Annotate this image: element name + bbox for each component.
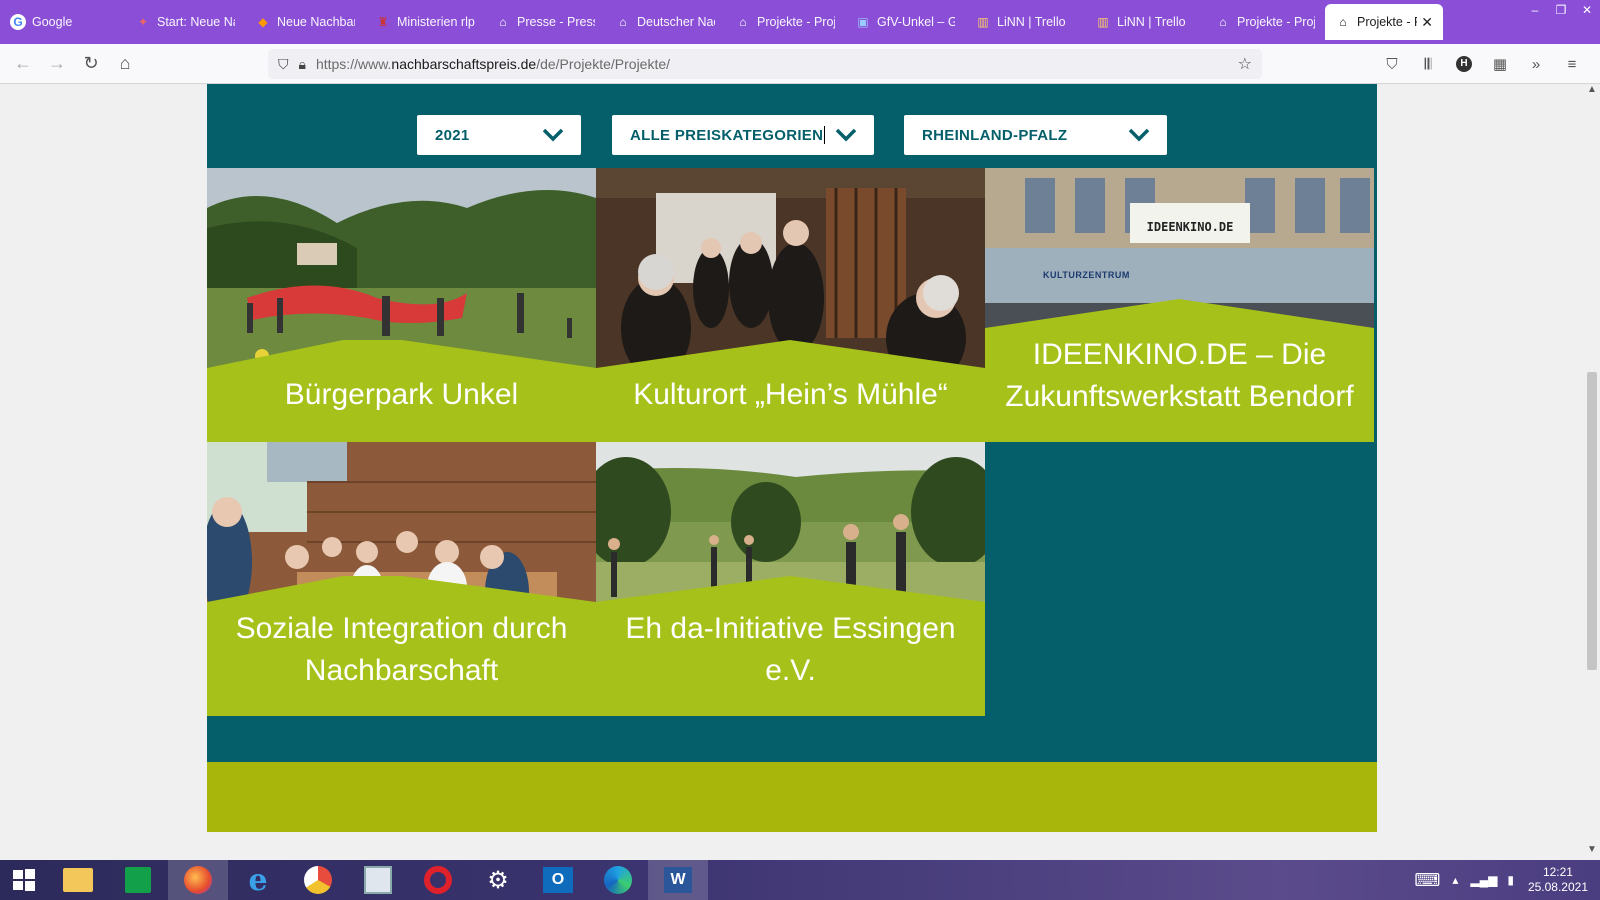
url-domain: nachbarschaftspreis.de (391, 56, 537, 72)
edge-icon[interactable] (588, 860, 648, 900)
file-explorer-icon[interactable] (48, 860, 108, 900)
tab-start-neue-na[interactable]: ✦ Start: Neue Na (125, 0, 245, 44)
windows-taskbar: e ⚙ O W ⌨ ▴ ▂▄▆ ▮ 12:21 25.08.2021 (0, 860, 1600, 900)
star-favicon-icon: ✦ (137, 15, 149, 29)
project-card-buergerpark-unkel[interactable]: Bürgerpark Unkel (207, 168, 596, 442)
battery-icon[interactable]: ▮ (1507, 873, 1514, 887)
tray-expand-icon[interactable]: ▴ (1452, 873, 1458, 887)
minimize-icon[interactable]: – (1522, 0, 1548, 22)
browser-tab-bar: G Google ✦ Start: Neue Na ◆ Neue Nachbar ♜ M… (0, 0, 1600, 44)
restore-icon[interactable]: ❐ (1548, 0, 1574, 22)
chevron-down-icon (835, 128, 857, 142)
chevron-down-icon (542, 128, 564, 142)
home-favicon-icon: ⌂ (619, 15, 627, 29)
app-window-icon[interactable] (348, 860, 408, 900)
project-title: Soziale Integration durch Nachbarschaft (235, 612, 568, 687)
project-title: Bürgerpark Unkel (284, 378, 519, 411)
project-title: IDEENKINO.DE – Die Zukunftswerkstatt Ben… (1005, 338, 1354, 413)
tab-projekte-active[interactable]: ⌂Projekte - Pr✕ (1325, 4, 1443, 40)
word-icon[interactable]: W (648, 860, 708, 900)
url-bar[interactable]: ⛉ 🔒︎ https://www. nachbarschaftspreis.de /… (268, 49, 1262, 79)
outlook-icon[interactable]: O (528, 860, 588, 900)
tab-projekte-1[interactable]: ⌂ Projekte - Proj (725, 0, 845, 44)
internet-explorer-icon[interactable]: e (228, 860, 288, 900)
reload-icon[interactable]: ↻ (74, 47, 108, 81)
clock[interactable]: 12:21 25.08.2021 (1528, 865, 1588, 895)
window-controls: – ❐ ✕ (1522, 0, 1600, 22)
tab-projekte-2[interactable]: ⌂ Projekte - Proj (1205, 0, 1325, 44)
lock-icon[interactable]: 🔒︎ (299, 56, 306, 73)
store-icon[interactable] (108, 860, 168, 900)
home-favicon-icon: ⌂ (1339, 15, 1347, 29)
profile-icon[interactable]: H (1446, 47, 1482, 81)
menu-icon[interactable]: ≡ (1554, 47, 1590, 81)
library-icon[interactable]: 𝄃𝄃 (1410, 47, 1446, 81)
project-card-ideenkino[interactable]: IDEENKINO.DE KULTURZENTRUM IDEENKINO.DE … (985, 168, 1374, 442)
chrome-like-icon[interactable] (288, 860, 348, 900)
scroll-down-icon[interactable]: ▼ (1584, 844, 1600, 855)
close-window-icon[interactable]: ✕ (1574, 0, 1600, 22)
category-select-value: ALLE PREISKATEGORIEN (630, 126, 824, 144)
tab-linn-trello-1[interactable]: ▥ LiNN | Trello (965, 0, 1085, 44)
tab-gfv-unkel[interactable]: ▣ GfV-Unkel – G (845, 0, 965, 44)
shield-icon[interactable]: ⛉ (278, 56, 289, 73)
start-windows-icon[interactable] (0, 860, 48, 900)
project-card-heins-muehle[interactable]: Kulturort „Hein’s Mühle“ (596, 168, 985, 442)
back-icon[interactable]: ← (6, 47, 40, 81)
scroll-up-icon[interactable]: ▲ (1584, 84, 1600, 95)
extension-icon[interactable]: ▦ (1482, 47, 1518, 81)
pocket-icon[interactable]: ⛉ (1374, 47, 1410, 81)
network-icon[interactable]: ▂▄▆ (1470, 873, 1497, 887)
clock-time: 12:21 (1542, 865, 1573, 879)
tab-neue-nachbar[interactable]: ◆ Neue Nachbar (245, 0, 365, 44)
project-card-eh-da-initiative[interactable]: Eh da-Initiative Essingen e.V. (596, 442, 985, 716)
image-favicon-icon: ▣ (857, 15, 869, 29)
close-tab-icon[interactable]: ✕ (1421, 14, 1433, 31)
web-page: 2021 ALLE PREISKATEGORIEN RHEINLAND-PFAL… (0, 84, 1584, 860)
category-select[interactable]: ALLE PREISKATEGORIEN (612, 115, 874, 155)
project-title: Eh da-Initiative Essingen e.V. (625, 612, 956, 687)
filter-bar: 2021 ALLE PREISKATEGORIEN RHEINLAND-PFAL… (207, 115, 1377, 155)
tool-app-icon[interactable]: ⚙ (468, 860, 528, 900)
home-favicon-icon: ⌂ (1219, 15, 1227, 29)
tab-deutscher-nac[interactable]: ⌂ Deutscher Nac (605, 0, 725, 44)
firefox-icon[interactable] (168, 860, 228, 900)
url-path: /de/Projekte/Projekte/ (536, 56, 671, 72)
trello-icon: ▥ (1097, 15, 1109, 29)
tab-presse[interactable]: ⌂Presse - Presse (485, 0, 605, 44)
text-cursor (824, 126, 826, 144)
home-favicon-icon: ⌂ (499, 15, 507, 29)
forward-icon[interactable]: → (40, 47, 74, 81)
coat-of-arms-icon: ♜ (377, 15, 389, 29)
project-card-soziale-integration[interactable]: Soziale Integration durch Nachbarschaft (207, 442, 596, 716)
system-tray: ⌨ ▴ ▂▄▆ ▮ 12:21 25.08.2021 (1414, 860, 1588, 900)
home-favicon-icon: ⌂ (739, 15, 747, 29)
scrollbar-thumb[interactable] (1587, 372, 1597, 670)
diamond-favicon-icon: ◆ (258, 15, 268, 29)
chevron-down-icon (1128, 128, 1150, 142)
google-icon: G (10, 14, 26, 30)
clock-date: 25.08.2021 (1527, 880, 1588, 894)
tab-ministerien[interactable]: ♜ Ministerien rlp (365, 0, 485, 44)
browser-nav-bar: ← → ↻ ⌂ ⛉ 🔒︎ https://www. nachbarschaftsp… (0, 44, 1600, 84)
url-prefix: https://www. (315, 56, 392, 72)
keyboard-icon[interactable]: ⌨ (1414, 870, 1440, 891)
trello-icon: ▥ (977, 15, 989, 29)
footer-band (207, 762, 1377, 832)
opera-icon[interactable] (408, 860, 468, 900)
tab-linn-trello-2[interactable]: ▥ LiNN | Trello (1085, 0, 1205, 44)
year-select-value: 2021 (435, 126, 470, 144)
region-select-value: RHEINLAND-PFALZ (922, 126, 1068, 144)
bookmark-star-icon[interactable]: ☆ (1238, 54, 1252, 74)
project-title: Kulturort „Hein’s Mühle“ (633, 378, 948, 411)
tab-google[interactable]: G Google (0, 0, 125, 44)
toolbar-right: ⛉ 𝄃𝄃 H ▦ » ≡ (1374, 44, 1590, 84)
overflow-chevron-icon[interactable]: » (1518, 47, 1554, 81)
region-select[interactable]: RHEINLAND-PFALZ (904, 115, 1167, 155)
home-icon[interactable]: ⌂ (108, 47, 142, 81)
page-scrollbar[interactable]: ▲ ▼ (1584, 84, 1600, 860)
year-select[interactable]: 2021 (417, 115, 581, 155)
